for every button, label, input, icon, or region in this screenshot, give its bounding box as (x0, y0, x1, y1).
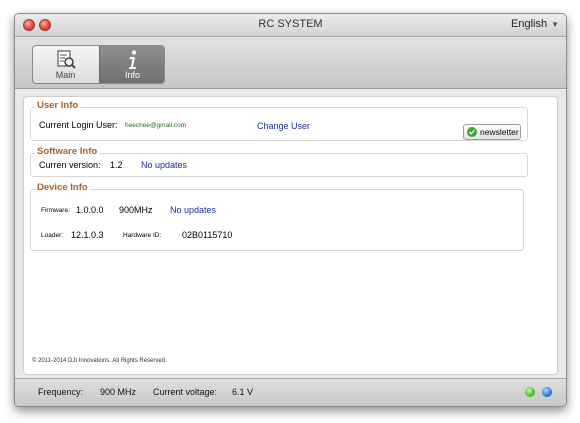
frequency-value: 900 MHz (100, 387, 137, 397)
info-panel: User Info Current Login User: heechee@gm… (23, 96, 558, 375)
change-user-link[interactable]: Change User (257, 121, 310, 131)
voltage-value: 6.1 V (232, 387, 254, 397)
window-title: RC SYSTEM (258, 18, 323, 30)
software-info-legend: Software Info (35, 146, 100, 157)
version-label: Curren version: (39, 160, 101, 170)
voltage-label: Current voltage: (153, 387, 218, 397)
hardware-id-value: 02B0115710 (182, 230, 233, 240)
loader-label: Loader: (41, 232, 64, 239)
tab-info-label: Info (124, 70, 140, 80)
connection-status-indicator (525, 387, 535, 397)
software-update-status[interactable]: No updates (141, 160, 187, 170)
chevron-down-icon: ▼ (551, 20, 559, 29)
firmware-update-status[interactable]: No updates (170, 205, 216, 215)
language-value: English (511, 18, 548, 30)
tab-main[interactable]: Main (33, 46, 98, 83)
tab-info[interactable]: Info (99, 46, 164, 83)
copyright-text: © 2011-2014 DJI Innovations. All Rights … (32, 358, 167, 364)
device-info-group: Device Info Firmware: 1.0.0.0 900MHz No … (30, 182, 524, 251)
user-info-group: User Info Current Login User: heechee@gm… (30, 100, 528, 141)
status-bar: Frequency: 900 MHz Current voltage: 6.1 … (15, 378, 566, 406)
info-icon (129, 50, 137, 69)
user-info-legend: User Info (35, 100, 81, 111)
software-info-group: Software Info Curren version: 1.2 No upd… (30, 146, 528, 177)
tab-group: Main Info (32, 45, 165, 84)
firmware-label: Firmware: (41, 207, 70, 214)
newsletter-button[interactable]: newsletter (463, 124, 521, 140)
login-user-label: Current Login User: (39, 120, 118, 130)
app-window: RC SYSTEM English ▼ Main Info User Info … (14, 13, 567, 407)
firmware-value: 1.0.0.0 (76, 205, 104, 215)
device-info-legend: Device Info (35, 182, 90, 193)
loader-value: 12.1.0.3 (71, 230, 104, 240)
frequency-label: Frequency: (38, 387, 84, 397)
newsletter-label: newsletter (480, 127, 519, 137)
tab-main-label: Main (55, 70, 76, 80)
toolbar: Main Info (15, 37, 566, 89)
language-select[interactable]: English ▼ (511, 18, 559, 30)
hardware-id-label: Hardware ID: (123, 232, 162, 239)
login-user-email: heechee@gmail.com (125, 122, 187, 129)
title-bar: RC SYSTEM English ▼ (15, 14, 566, 37)
checkmark-icon (467, 127, 477, 137)
document-magnifier-icon (57, 50, 76, 69)
version-value: 1.2 (110, 160, 123, 170)
firmware-frequency: 900MHz (119, 205, 153, 215)
device-status-indicator (542, 387, 552, 397)
